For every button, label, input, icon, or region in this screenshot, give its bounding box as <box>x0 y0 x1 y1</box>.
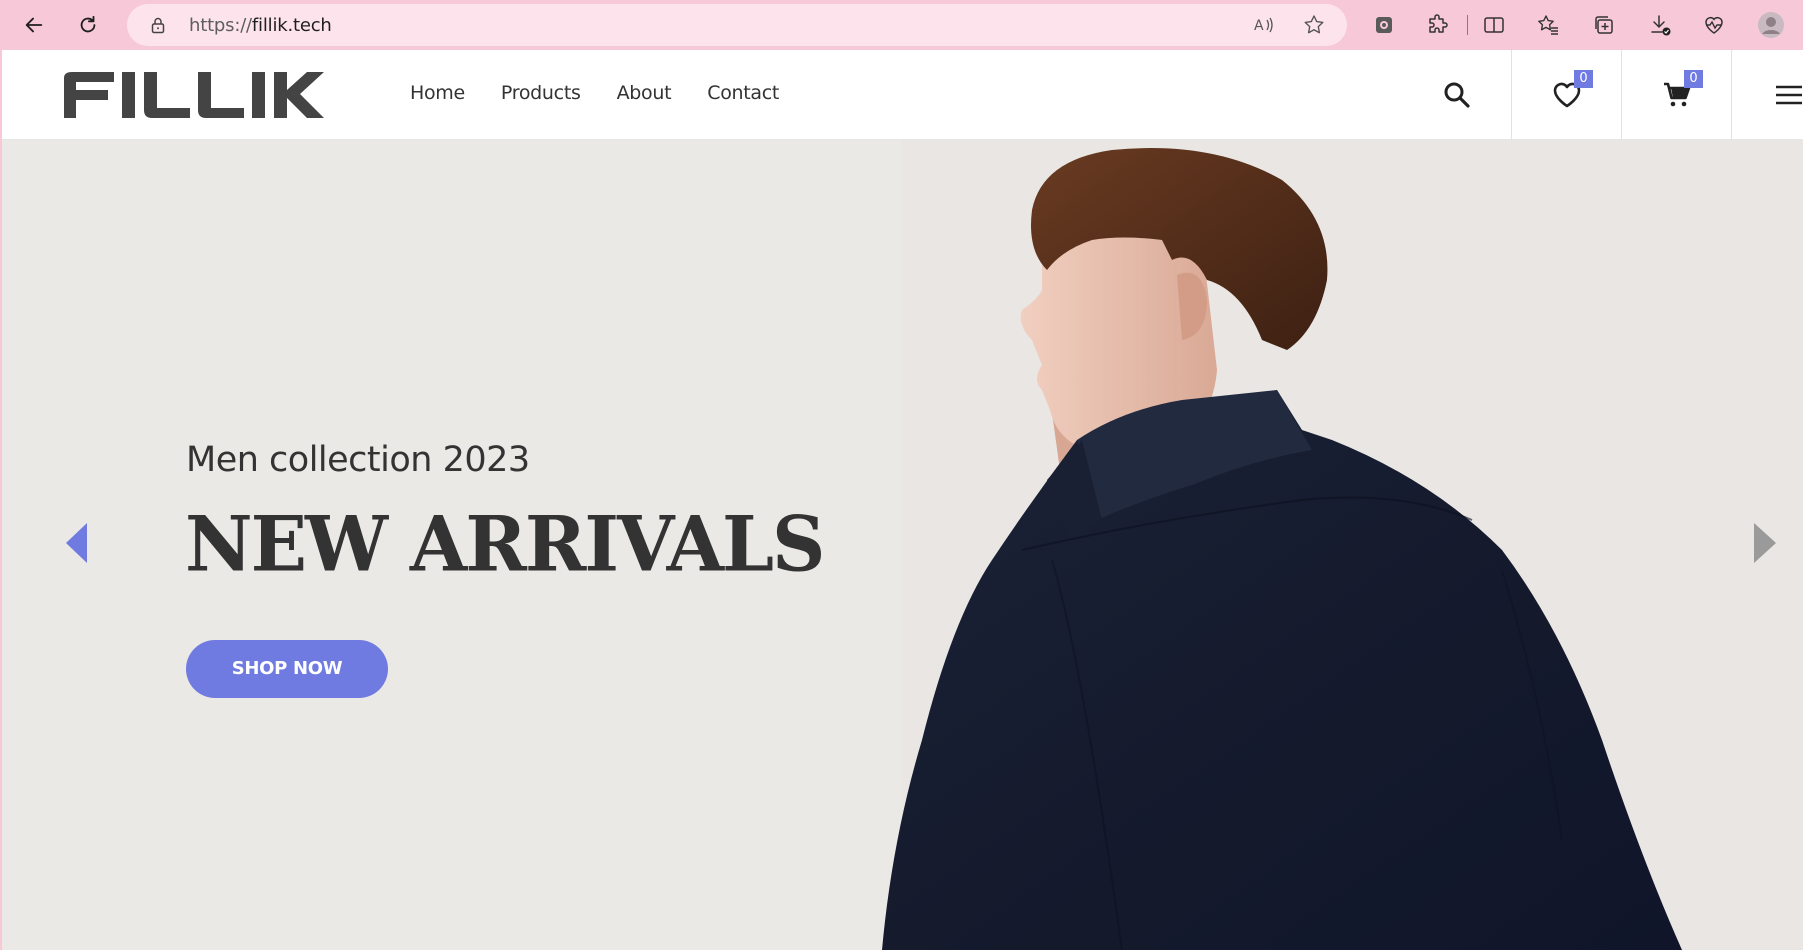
collections-icon[interactable] <box>1592 13 1616 37</box>
page-viewport: Home Products About Contact 0 0 Men coll… <box>2 50 1803 950</box>
hero-title: NEW ARRIVALS <box>185 501 825 589</box>
cart-count-badge: 0 <box>1684 70 1703 88</box>
address-bar[interactable]: https://fillik.tech A <box>127 4 1347 46</box>
split-screen-icon[interactable] <box>1482 13 1506 37</box>
refresh-button[interactable] <box>68 5 108 45</box>
nav-about[interactable]: About <box>617 82 672 104</box>
back-button[interactable] <box>14 5 54 45</box>
nav-home[interactable]: Home <box>410 82 465 104</box>
url-text: https://fillik.tech <box>189 15 332 36</box>
wishlist-button[interactable]: 0 <box>1511 50 1621 140</box>
cart-button[interactable]: 0 <box>1621 50 1731 140</box>
back-icon <box>25 17 43 33</box>
toolbar-divider <box>1467 15 1468 35</box>
hero-subtitle: Men collection 2023 <box>186 440 530 480</box>
browser-toolbar: https://fillik.tech A <box>0 0 1803 50</box>
slider-next-arrow-icon[interactable] <box>1750 520 1780 566</box>
search-button[interactable] <box>1402 50 1512 140</box>
svg-text:A: A <box>1254 18 1264 34</box>
site-header: Home Products About Contact 0 0 <box>2 50 1803 140</box>
search-icon <box>1444 82 1470 108</box>
fillik-logo[interactable] <box>62 70 324 120</box>
hamburger-menu-icon <box>1776 85 1802 105</box>
hero-slider: Men collection 2023 NEW ARRIVALS SHOP NO… <box>2 140 1803 950</box>
shop-now-button[interactable]: SHOP NOW <box>186 640 388 698</box>
wishlist-count-badge: 0 <box>1574 70 1593 88</box>
heartbeat-icon[interactable] <box>1702 13 1726 37</box>
downloads-icon[interactable] <box>1648 13 1672 37</box>
nav-contact[interactable]: Contact <box>707 82 779 104</box>
favorite-star-icon[interactable] <box>1303 14 1325 36</box>
nav-products[interactable]: Products <box>501 82 581 104</box>
menu-button[interactable] <box>1731 50 1803 140</box>
extensions-puzzle-icon[interactable] <box>1426 13 1450 37</box>
extension-square-icon[interactable] <box>1372 13 1396 37</box>
main-nav: Home Products About Contact <box>410 82 815 104</box>
refresh-icon <box>80 15 96 33</box>
slider-prev-arrow-icon[interactable] <box>63 520 93 566</box>
profile-avatar-icon[interactable] <box>1757 11 1785 39</box>
read-aloud-icon[interactable]: A <box>1253 14 1275 36</box>
lock-icon <box>151 17 165 34</box>
favorites-icon[interactable] <box>1536 13 1560 37</box>
